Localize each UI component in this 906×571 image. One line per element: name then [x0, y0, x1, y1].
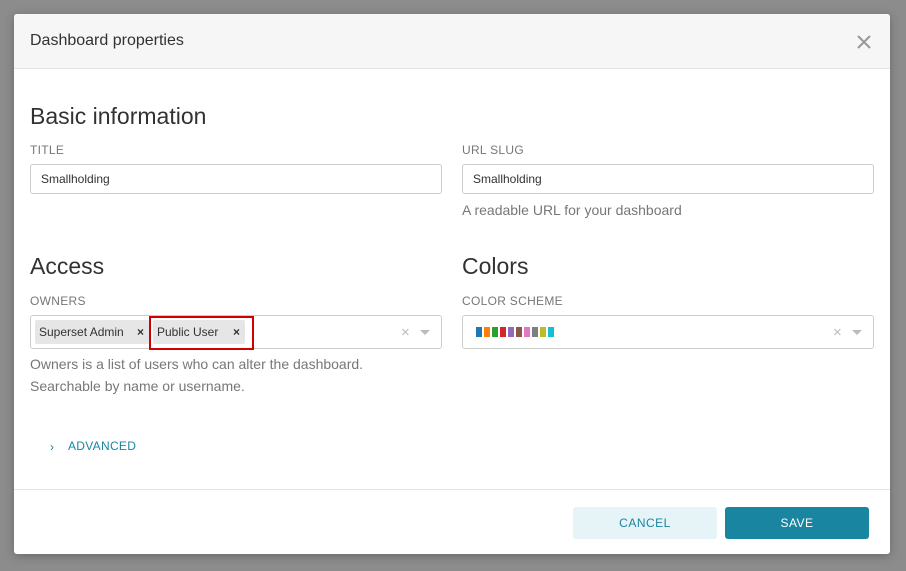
color-swatch — [524, 327, 530, 337]
color-swatch — [484, 327, 490, 337]
color-swatch — [492, 327, 498, 337]
color-swatch — [476, 327, 482, 337]
title-input[interactable]: Smallholding — [30, 164, 442, 194]
url-slug-label: URL SLUG — [462, 143, 524, 157]
basic-information-heading: Basic information — [30, 103, 207, 129]
clear-icon[interactable]: × — [833, 324, 842, 341]
owner-tag-label: Public User — [157, 325, 219, 339]
remove-tag-icon[interactable]: × — [137, 320, 144, 344]
chevron-down-icon[interactable] — [420, 330, 430, 335]
color-scheme-label: COLOR SCHEME — [462, 294, 563, 308]
owners-helper-line2: Searchable by name or username. — [30, 378, 245, 394]
chevron-down-icon[interactable] — [852, 330, 862, 335]
advanced-toggle[interactable]: ADVANCED — [68, 439, 136, 453]
clear-icon[interactable]: × — [401, 324, 410, 341]
url-slug-input[interactable]: Smallholding — [462, 164, 874, 194]
dashboard-properties-modal: Dashboard properties Basic information T… — [14, 14, 890, 554]
owner-tag-label: Superset Admin — [39, 325, 124, 339]
remove-tag-icon[interactable]: × — [233, 320, 240, 344]
color-swatch — [508, 327, 514, 337]
owner-tag: Public User × — [153, 320, 245, 344]
modal-footer: CANCEL SAVE — [14, 489, 890, 554]
color-swatch — [532, 327, 538, 337]
owners-label: OWNERS — [30, 294, 86, 308]
owners-select[interactable]: Superset Admin × Public User × × — [30, 315, 442, 349]
modal-title: Dashboard properties — [30, 32, 184, 49]
chevron-right-icon[interactable]: › — [50, 440, 54, 454]
save-button[interactable]: SAVE — [725, 507, 869, 539]
title-label: TITLE — [30, 143, 65, 157]
colors-heading: Colors — [462, 253, 529, 279]
cancel-button[interactable]: CANCEL — [573, 507, 717, 539]
color-swatch — [540, 327, 546, 337]
owner-tag: Superset Admin × — [35, 320, 149, 344]
color-swatch — [500, 327, 506, 337]
color-swatch — [516, 327, 522, 337]
color-scheme-swatches — [476, 327, 556, 337]
close-icon[interactable] — [856, 34, 872, 50]
owners-helper-line1: Owners is a list of users who can alter … — [30, 356, 364, 372]
access-heading: Access — [30, 253, 105, 279]
modal-header: Dashboard properties — [14, 14, 890, 69]
color-swatch — [548, 327, 554, 337]
url-slug-helper: A readable URL for your dashboard — [462, 202, 682, 218]
color-scheme-select[interactable]: × — [462, 315, 874, 349]
